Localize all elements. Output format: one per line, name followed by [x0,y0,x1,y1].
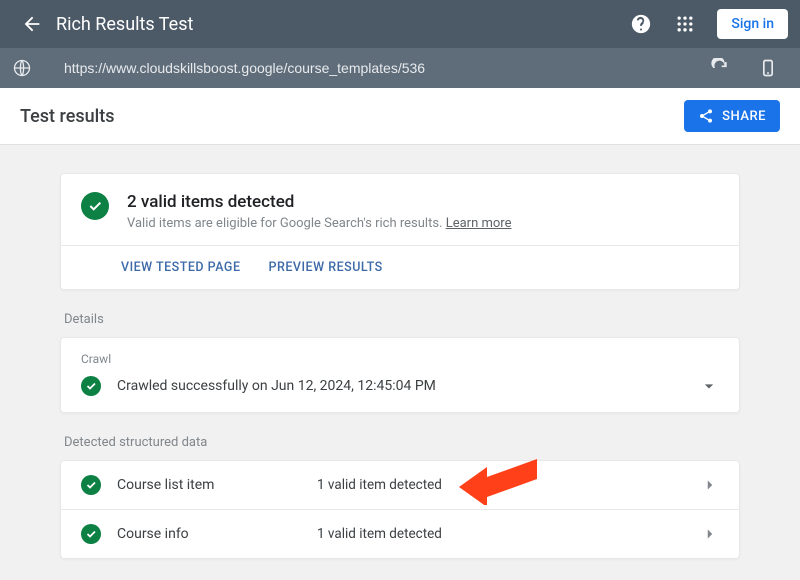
tool-title: Rich Results Test [56,14,621,35]
structured-data-card: Course list item 1 valid item detected C… [60,460,740,559]
smartphone-button[interactable] [748,48,788,88]
crawl-row[interactable]: Crawled successfully on Jun 12, 2024, 12… [81,376,719,396]
check-icon [85,479,97,491]
summary-top: 2 valid items detected Valid items are e… [61,174,739,245]
page-body: 2 valid items detected Valid items are e… [0,145,800,580]
help-button[interactable] [621,4,661,44]
structured-item-course-list[interactable]: Course list item 1 valid item detected [61,461,739,509]
item-name: Course info [117,526,317,542]
chevron-right-icon [701,525,719,543]
details-label: Details [64,312,736,327]
summary-sub-text: Valid items are eligible for Google Sear… [127,216,446,231]
item-name: Course list item [117,477,317,493]
url-bar [0,48,800,88]
check-icon [85,380,97,392]
apps-button[interactable] [665,4,705,44]
summary-headline: 2 valid items detected [127,192,511,212]
signin-button[interactable]: Sign in [717,9,788,39]
refresh-icon [710,58,730,78]
smartphone-icon [758,58,778,78]
item-success-badge [81,524,101,544]
item-open [701,476,719,494]
refresh-button[interactable] [700,48,740,88]
structured-item-course-info[interactable]: Course info 1 valid item detected [61,509,739,558]
summary-subtext: Valid items are eligible for Google Sear… [127,216,511,231]
summary-card: 2 valid items detected Valid items are e… [60,173,740,290]
crawl-label: Crawl [81,352,719,366]
apps-icon [675,14,695,34]
chevron-right-icon [701,476,719,494]
item-status: 1 valid item detected [317,477,701,493]
learn-more-link[interactable]: Learn more [446,216,512,231]
preview-results-button[interactable]: PREVIEW RESULTS [269,260,383,275]
arrow-back-icon [21,13,43,35]
topbar-right: Sign in [621,4,788,44]
check-icon [87,198,103,214]
item-success-badge [81,475,101,495]
share-label: SHARE [722,109,766,124]
item-status: 1 valid item detected [317,526,701,542]
globe-icon [12,58,32,78]
expand-toggle[interactable] [699,376,719,396]
help-icon [630,13,652,35]
top-bar: Rich Results Test Sign in [0,0,800,48]
crawl-success-badge [81,376,101,396]
crawl-status-text: Crawled successfully on Jun 12, 2024, 12… [117,378,683,394]
structured-data-label: Detected structured data [64,435,736,450]
share-button[interactable]: SHARE [684,100,780,132]
results-title: Test results [20,106,114,127]
item-open [701,525,719,543]
success-badge [81,192,109,220]
view-tested-page-button[interactable]: VIEW TESTED PAGE [121,260,241,275]
crawl-card: Crawl Crawled successfully on Jun 12, 20… [60,337,740,413]
chevron-down-icon [699,376,719,396]
back-button[interactable] [12,4,52,44]
url-input[interactable] [40,60,692,76]
share-icon [698,108,714,124]
results-header: Test results SHARE [0,88,800,145]
check-icon [85,528,97,540]
summary-text: 2 valid items detected Valid items are e… [127,192,511,231]
summary-actions: VIEW TESTED PAGE PREVIEW RESULTS [61,245,739,289]
